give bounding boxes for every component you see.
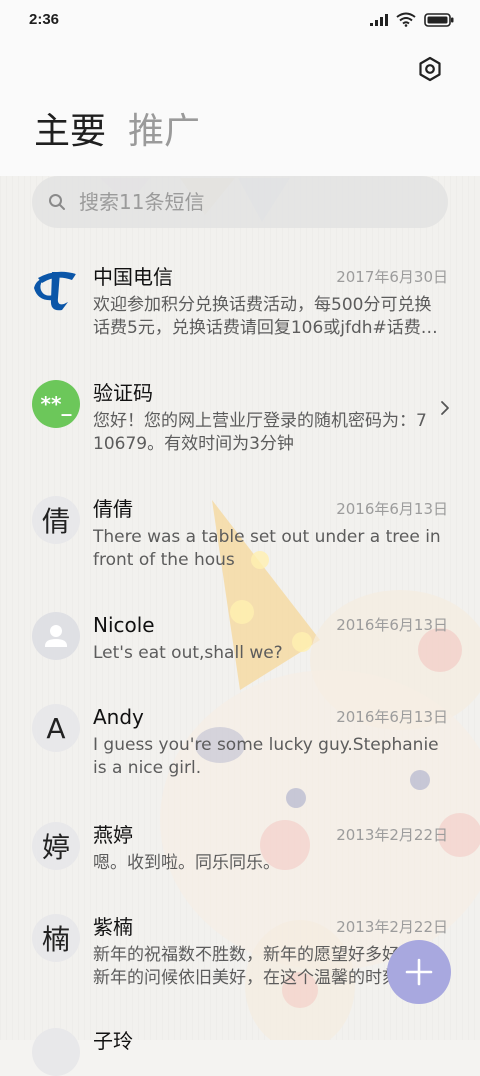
- contact-name: 验证码: [93, 381, 153, 405]
- contact-name: Andy: [93, 705, 144, 729]
- message-preview: Let's eat out,shall we?: [93, 643, 283, 663]
- status-icons: [370, 12, 454, 27]
- message-date: 2016年6月13日: [336, 500, 448, 518]
- avatar: [32, 1028, 80, 1076]
- message-preview: There was a table set out under a tree i…: [93, 527, 441, 570]
- avatar: 倩: [32, 496, 80, 544]
- tab-bar: 主要 推广: [34, 108, 200, 156]
- gear-hexagon-icon: [419, 56, 441, 82]
- message-preview: I guess you're some lucky guy.Stephanie …: [93, 735, 439, 778]
- message-date: 2013年2月22日: [336, 826, 448, 844]
- contact-name: 燕婷: [93, 823, 133, 847]
- plus-icon: [405, 958, 433, 986]
- message-preview: 欢迎参加积分兑换话费活动，每500分可兑换话费5元，兑换话费请回复106或jfd…: [93, 295, 438, 338]
- contact-name: 子玲: [93, 1029, 133, 1053]
- avatar: **_: [32, 380, 80, 428]
- avatar: [32, 264, 80, 312]
- message-date: 2013年2月22日: [336, 918, 448, 936]
- avatar: A: [32, 704, 80, 752]
- conversation-item[interactable]: A Andy 2016年6月13日 I guess you're some lu…: [0, 704, 480, 794]
- avatar: 楠: [32, 914, 80, 962]
- message-preview: 嗯。收到啦。同乐同乐。: [93, 853, 280, 873]
- avatar: [32, 612, 80, 660]
- chevron-right-icon[interactable]: [440, 400, 450, 416]
- search-placeholder: 搜索11条短信: [79, 190, 205, 214]
- status-time: 2:36: [29, 11, 60, 28]
- contact-name: Nicole: [93, 613, 155, 637]
- contact-name: 倩倩: [93, 497, 133, 521]
- battery-icon: [424, 12, 454, 27]
- china-telecom-logo-icon: [34, 271, 76, 311]
- tab-promotions[interactable]: 推广: [128, 108, 200, 156]
- settings-button[interactable]: [416, 55, 444, 83]
- conversation-item[interactable]: 子玲: [0, 1028, 480, 1076]
- search-input[interactable]: 搜索11条短信: [32, 176, 448, 228]
- message-date: 2016年6月13日: [336, 616, 448, 634]
- status-bar: 2:36: [0, 0, 480, 40]
- message-date: 2017年6月30日: [336, 268, 448, 286]
- conversation-item[interactable]: **_ 验证码 您好！您的网上营业厅登录的随机密码为：710679。有效时间为3…: [0, 380, 480, 470]
- tab-primary[interactable]: 主要: [34, 108, 106, 156]
- contact-name: 中国电信: [93, 265, 173, 289]
- signal-icon: [370, 13, 388, 26]
- message-preview: 您好！您的网上营业厅登录的随机密码为：710679。有效时间为3分钟: [93, 411, 427, 454]
- conversation-item[interactable]: 中国电信 2017年6月30日 欢迎参加积分兑换话费活动，每500分可兑换话费5…: [0, 264, 480, 354]
- conversation-item[interactable]: Nicole 2016年6月13日 Let's eat out,shall we…: [0, 612, 480, 682]
- conversation-item[interactable]: 倩 倩倩 2016年6月13日 There was a table set ou…: [0, 496, 480, 586]
- contact-name: 紫楠: [93, 915, 133, 939]
- new-message-button[interactable]: [387, 940, 451, 1004]
- search-icon: [49, 194, 65, 210]
- avatar: 婷: [32, 822, 80, 870]
- person-icon: [45, 625, 67, 647]
- wifi-icon: [396, 12, 416, 27]
- message-date: 2016年6月13日: [336, 708, 448, 726]
- conversation-item[interactable]: 婷 燕婷 2013年2月22日 嗯。收到啦。同乐同乐。: [0, 822, 480, 892]
